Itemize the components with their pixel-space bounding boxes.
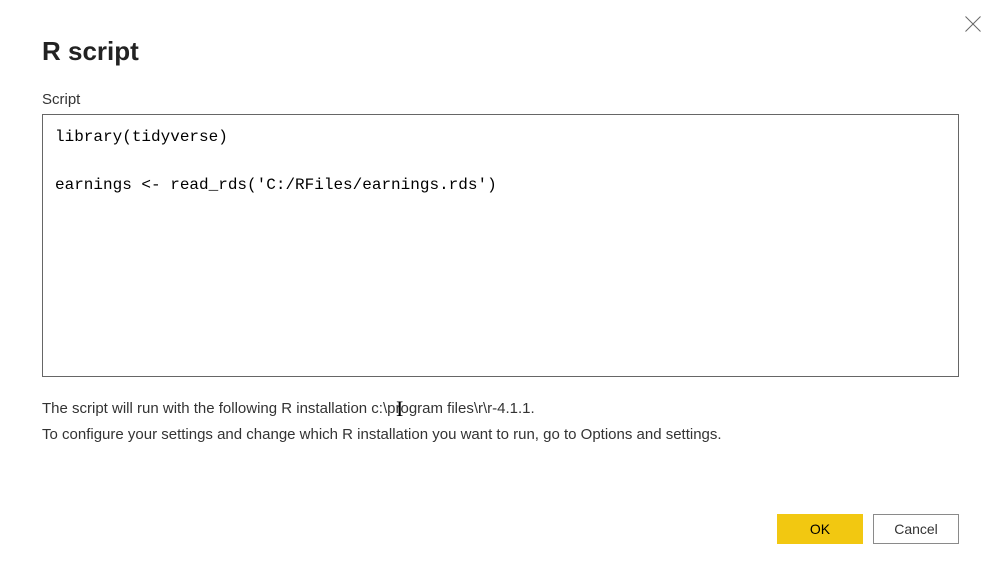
cancel-button[interactable]: Cancel (873, 514, 959, 544)
close-icon (965, 16, 981, 32)
info-line-1: The script will run with the following R… (42, 396, 959, 422)
info-line-2: To configure your settings and change wh… (42, 422, 959, 448)
ok-button[interactable]: OK (777, 514, 863, 544)
info-text: The script will run with the following R… (42, 396, 959, 449)
script-field-label: Script (42, 91, 959, 108)
dialog-title: R script (42, 36, 959, 67)
r-script-dialog: R script Script I The script will run wi… (0, 0, 1001, 572)
button-row: OK Cancel (777, 514, 959, 544)
close-button[interactable] (963, 14, 983, 34)
script-input[interactable] (42, 114, 959, 377)
